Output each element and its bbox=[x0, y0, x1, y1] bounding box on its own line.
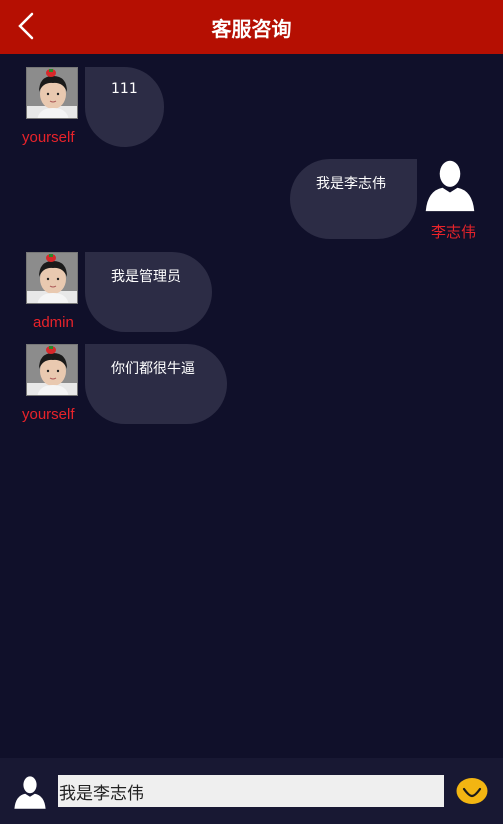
message-bubble: 我是李志伟 bbox=[290, 159, 417, 239]
person-silhouette-icon[interactable] bbox=[422, 157, 478, 213]
checkmark-send-icon[interactable] bbox=[456, 777, 488, 805]
message-username: yourself bbox=[22, 129, 75, 146]
message-bubble: 我是管理员 bbox=[85, 252, 212, 332]
message-input[interactable] bbox=[58, 775, 444, 807]
message-item: admin 我是管理员 bbox=[0, 246, 503, 338]
message-bubble: 111 bbox=[85, 67, 164, 147]
user-avatar[interactable] bbox=[26, 252, 78, 304]
chevron-left-icon[interactable] bbox=[14, 12, 38, 40]
message-bubble: 你们都很牛逼 bbox=[85, 344, 227, 424]
user-avatar[interactable] bbox=[26, 67, 78, 119]
message-username: 李志伟 bbox=[431, 224, 477, 241]
message-username: yourself bbox=[22, 406, 75, 423]
message-item: yourself 111 bbox=[0, 54, 503, 154]
message-item: yourself 你们都很牛逼 bbox=[0, 338, 503, 430]
message-composer bbox=[0, 758, 503, 824]
message-text: 111 bbox=[111, 81, 138, 97]
person-silhouette-icon bbox=[12, 774, 48, 810]
message-username: admin bbox=[33, 314, 74, 331]
chat-messages[interactable]: yourself 111 我是李志伟 李志伟 admin 我是管理员 yours… bbox=[0, 54, 503, 758]
message-item: 我是李志伟 李志伟 bbox=[0, 154, 503, 246]
message-text: 你们都很牛逼 bbox=[111, 361, 195, 377]
page-title: 客服咨询 bbox=[211, 16, 292, 41]
user-avatar[interactable] bbox=[26, 344, 78, 396]
message-text: 我是李志伟 bbox=[316, 176, 386, 192]
message-text: 我是管理员 bbox=[111, 269, 181, 285]
header-bar: 客服咨询 bbox=[0, 0, 503, 54]
